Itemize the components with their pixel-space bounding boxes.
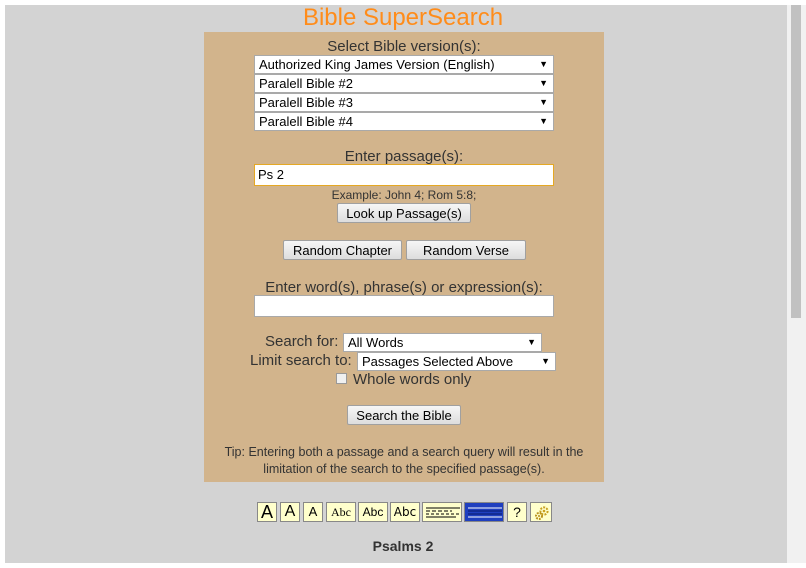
version-select-label: Select Bible version(s): bbox=[327, 38, 481, 55]
vertical-scrollbar[interactable] bbox=[787, 5, 806, 563]
search-words-label: Enter word(s), phrase(s) or expression(s… bbox=[265, 279, 543, 296]
result-passage-title: Psalms 2 bbox=[372, 538, 434, 554]
verse-layout-button[interactable] bbox=[464, 502, 504, 522]
lookup-passage-button[interactable]: Look up Passage(s) bbox=[337, 203, 471, 223]
search-for-value: All Words bbox=[348, 335, 404, 350]
version-select-1-value: Authorized King James Version (English) bbox=[259, 57, 495, 72]
version-select-2[interactable]: Paralell Bible #2 ▼ bbox=[254, 74, 554, 93]
settings-button[interactable] bbox=[530, 502, 552, 522]
whole-words-checkbox[interactable] bbox=[336, 373, 347, 384]
passage-input-value: Ps 2 bbox=[258, 167, 285, 182]
chevron-down-icon: ▼ bbox=[539, 116, 548, 126]
chevron-down-icon: ▼ bbox=[539, 59, 548, 69]
limit-search-label: Limit search to: bbox=[250, 352, 352, 369]
font-mono-button[interactable]: Abc bbox=[390, 502, 420, 522]
limit-search-value: Passages Selected Above bbox=[362, 354, 514, 369]
app-title: Bible SuperSearch bbox=[302, 4, 504, 31]
font-size-large-button[interactable]: A bbox=[257, 502, 277, 522]
chevron-down-icon: ▼ bbox=[539, 78, 548, 88]
paragraph-layout-button[interactable] bbox=[422, 502, 462, 522]
chevron-down-icon: ▼ bbox=[541, 356, 550, 366]
chevron-down-icon: ▼ bbox=[527, 337, 536, 347]
version-select-1[interactable]: Authorized King James Version (English) … bbox=[254, 55, 554, 74]
passage-input[interactable]: Ps 2 bbox=[254, 164, 554, 186]
random-chapter-button[interactable]: Random Chapter bbox=[283, 240, 402, 260]
help-button[interactable]: ? bbox=[507, 502, 527, 522]
whole-words-label: Whole words only bbox=[353, 371, 472, 388]
scrollbar-thumb[interactable] bbox=[791, 5, 801, 318]
search-tip-line-2: limitation of the search to the specifie… bbox=[263, 462, 545, 476]
limit-search-select[interactable]: Passages Selected Above ▼ bbox=[357, 352, 556, 371]
verse-lines-icon bbox=[468, 507, 502, 518]
font-sans-button[interactable]: Abc bbox=[358, 502, 388, 522]
passage-label: Enter passage(s): bbox=[344, 148, 464, 165]
search-for-label: Search for: bbox=[265, 333, 339, 350]
font-serif-button[interactable]: Abc bbox=[326, 502, 356, 522]
version-select-3[interactable]: Paralell Bible #3 ▼ bbox=[254, 93, 554, 112]
version-select-2-value: Paralell Bible #2 bbox=[259, 76, 353, 91]
font-size-small-button[interactable]: A bbox=[303, 502, 323, 522]
chevron-down-icon: ▼ bbox=[539, 97, 548, 107]
font-size-medium-button[interactable]: A bbox=[280, 502, 300, 522]
paragraph-lines-icon bbox=[426, 507, 460, 518]
version-select-4-value: Paralell Bible #4 bbox=[259, 114, 353, 129]
search-for-select[interactable]: All Words ▼ bbox=[343, 333, 542, 352]
version-select-3-value: Paralell Bible #3 bbox=[259, 95, 353, 110]
search-bible-button[interactable]: Search the Bible bbox=[347, 405, 461, 425]
search-tip-line-1: Tip: Entering both a passage and a searc… bbox=[224, 445, 584, 459]
search-words-input[interactable] bbox=[254, 295, 554, 317]
gears-icon bbox=[535, 506, 549, 520]
version-select-4[interactable]: Paralell Bible #4 ▼ bbox=[254, 112, 554, 131]
passage-example: Example: John 4; Rom 5:8; bbox=[331, 188, 477, 202]
random-verse-button[interactable]: Random Verse bbox=[406, 240, 526, 260]
